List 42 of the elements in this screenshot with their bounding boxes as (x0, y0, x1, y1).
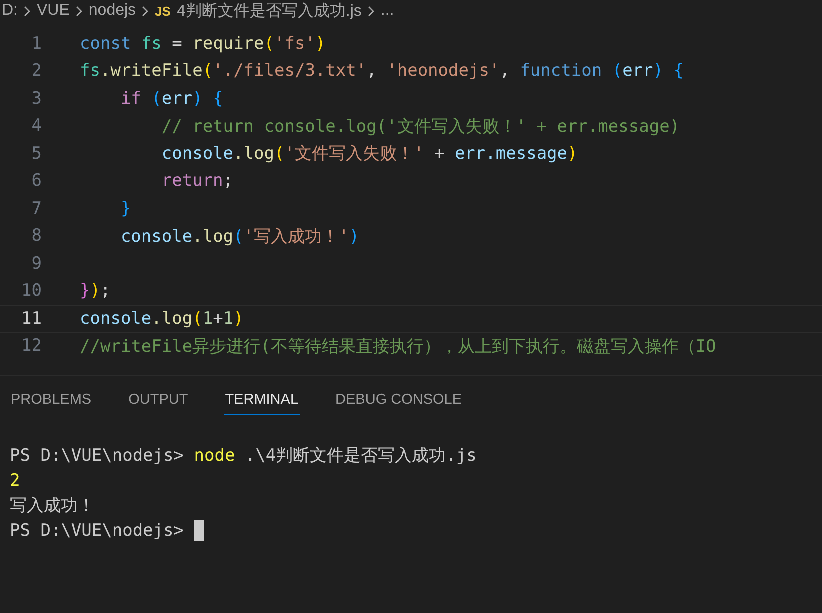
breadcrumb-item[interactable]: ... (380, 2, 394, 20)
code-line: console.log('写入成功！') (120, 226, 360, 248)
panel-tab[interactable]: OUTPUT (128, 392, 190, 415)
code-line: if (err) { (120, 88, 224, 109)
breadcrumb-item[interactable]: D: (2, 2, 18, 20)
line-number: 6 (30, 171, 42, 192)
line-number: 11 (20, 308, 42, 329)
breadcrumb-item[interactable]: 4判断文件是否写入成功.js (176, 0, 362, 22)
line-number: 3 (30, 88, 42, 109)
code-line: }); (80, 281, 111, 302)
breadcrumb-item[interactable]: VUE (37, 2, 70, 20)
code-line: return; (160, 171, 234, 192)
line-number: 5 (30, 144, 42, 164)
code-line: console.log('文件写入失败！' + err.message) (160, 143, 578, 166)
line-number: 2 (30, 61, 42, 82)
code-line: // return console.log('文件写入失败！' + err.message) (160, 116, 680, 138)
chevron-right-icon (142, 6, 150, 16)
line-number: 9 (30, 254, 42, 274)
code-line: const fs = require('fs') (80, 34, 326, 54)
js-file-icon: JS (155, 4, 171, 18)
breadcrumb-item[interactable]: nodejs (88, 2, 136, 20)
line-number: 8 (30, 226, 42, 246)
panel-tab[interactable]: DEBUG CONSOLE (334, 392, 464, 415)
chevron-right-icon (24, 6, 31, 16)
panel-tab[interactable]: TERMINAL (224, 392, 300, 415)
line-number: 12 (20, 336, 42, 356)
terminal-output: 2 (10, 470, 20, 490)
line-number: 1 (30, 34, 42, 54)
line-number: 10 (20, 281, 42, 302)
terminal-prompt: PS D:\VUE\nodejs> (10, 520, 185, 540)
code-line: } (120, 198, 132, 219)
line-number: 4 (30, 116, 42, 136)
line-number: 7 (30, 198, 42, 219)
terminal-cursor (194, 520, 204, 541)
code-line: console.log(1+1) (80, 308, 244, 329)
terminal-line: PS D:\VUE\nodejs> node .\4判断文件是否写入成功.js (10, 445, 477, 467)
chevron-right-icon (368, 6, 375, 16)
code-line: fs.writeFile('./files/3.txt', 'heonodejs', function (err) { (80, 61, 684, 82)
code-line: //writeFile异步进行(不等待结果直接执行），从上到下执行。磁盘写入操作（IO (80, 336, 716, 358)
panel-tab[interactable]: PROBLEMS (10, 392, 93, 415)
terminal-output: 写入成功！ (10, 495, 95, 517)
chevron-right-icon (76, 6, 83, 16)
